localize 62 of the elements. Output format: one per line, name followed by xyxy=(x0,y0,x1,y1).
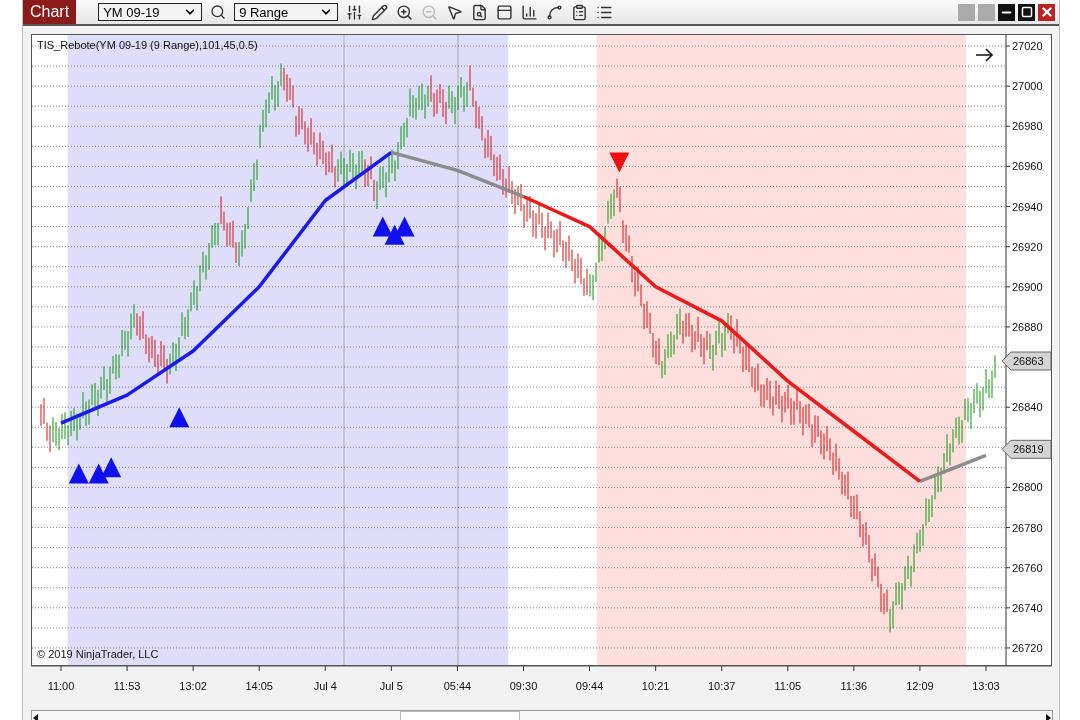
instrument-dropdown[interactable]: YM 09-19 xyxy=(98,3,203,21)
y-axis-label: 27020 xyxy=(1012,40,1043,53)
y-axis-label: 26980 xyxy=(1012,120,1043,133)
x-axis-label: 10:37 xyxy=(707,680,736,692)
close-icon xyxy=(1039,5,1054,19)
y-axis-label: 26720 xyxy=(1012,641,1043,654)
search-icon[interactable] xyxy=(210,4,227,20)
x-axis-label: 09:44 xyxy=(575,680,604,692)
y-axis-label: 26900 xyxy=(1012,280,1043,293)
zoom-in-icon[interactable] xyxy=(396,3,414,21)
y-axis-label: 26840 xyxy=(1012,401,1043,414)
right-arrow-icon[interactable] xyxy=(975,48,994,62)
document-search-icon[interactable] xyxy=(471,3,489,21)
price-tag: 26863 xyxy=(1001,351,1052,371)
down-triangle-marker xyxy=(609,152,630,173)
x-axis-label: 13:03 xyxy=(972,680,1000,692)
x-axis-label: 05:44 xyxy=(443,680,472,692)
maximize-button[interactable] xyxy=(1018,3,1035,21)
bar-chart-icon[interactable] xyxy=(521,3,539,21)
minimize-button[interactable] xyxy=(998,3,1015,21)
right-arrow-icon[interactable] xyxy=(1044,714,1052,720)
y-axis-label: 26880 xyxy=(1012,320,1043,333)
y-axis-label: 27000 xyxy=(1012,80,1043,93)
close-button[interactable] xyxy=(1038,3,1055,21)
x-axis-label: 11:00 xyxy=(47,680,75,692)
sliders-icon[interactable] xyxy=(346,3,364,21)
line-nodes-icon[interactable] xyxy=(546,3,564,21)
indicator-label: TIS_Rebote(YM 09-19 (9 Range),101,45,0.5) xyxy=(37,39,258,51)
panel-icon[interactable] xyxy=(496,3,514,21)
up-triangle-marker xyxy=(394,216,415,237)
chart-tab[interactable]: Chart xyxy=(23,0,77,24)
copyright-text: © 2019 NinjaTrader, LLC xyxy=(37,648,159,660)
x-axis-label: Jul 4 xyxy=(313,680,337,692)
x-axis-label: 14:05 xyxy=(245,680,273,692)
pointer-icon[interactable] xyxy=(446,3,464,21)
clipboard-icon[interactable] xyxy=(571,3,589,21)
y-axis-label: 26780 xyxy=(1012,521,1043,534)
y-axis-label: 26760 xyxy=(1012,561,1043,574)
x-axis-label: Jul 5 xyxy=(379,680,403,692)
y-axis-label: 26940 xyxy=(1012,200,1043,213)
pencil-icon[interactable] xyxy=(371,3,389,21)
up-triangle-marker xyxy=(169,407,190,428)
price-tag: 26819 xyxy=(1001,439,1052,459)
y-axis-label: 26960 xyxy=(1012,160,1043,173)
up-triangle-marker xyxy=(88,463,109,484)
x-axis-label: 10:21 xyxy=(641,680,670,692)
up-triangle-marker xyxy=(372,216,393,237)
up-triangle-marker xyxy=(68,463,89,484)
x-axis-label: 09:30 xyxy=(509,680,538,692)
x-axis-label: 12:09 xyxy=(906,680,934,692)
x-axis-label: 11:53 xyxy=(113,680,141,692)
up-triangle-marker xyxy=(101,457,122,478)
y-axis-label: 26800 xyxy=(1012,481,1043,494)
left-arrow-icon[interactable] xyxy=(32,714,40,720)
y-axis-label: 26740 xyxy=(1012,601,1043,614)
up-triangle-marker xyxy=(384,224,405,245)
x-axis-label: 11:05 xyxy=(774,680,802,692)
y-axis-label: 26920 xyxy=(1012,240,1043,253)
x-axis-label: 11:36 xyxy=(840,680,868,692)
interval-dropdown[interactable]: 9 Range xyxy=(234,3,339,21)
square-icon xyxy=(1020,6,1033,18)
x-axis-label: 13:02 xyxy=(179,680,207,692)
